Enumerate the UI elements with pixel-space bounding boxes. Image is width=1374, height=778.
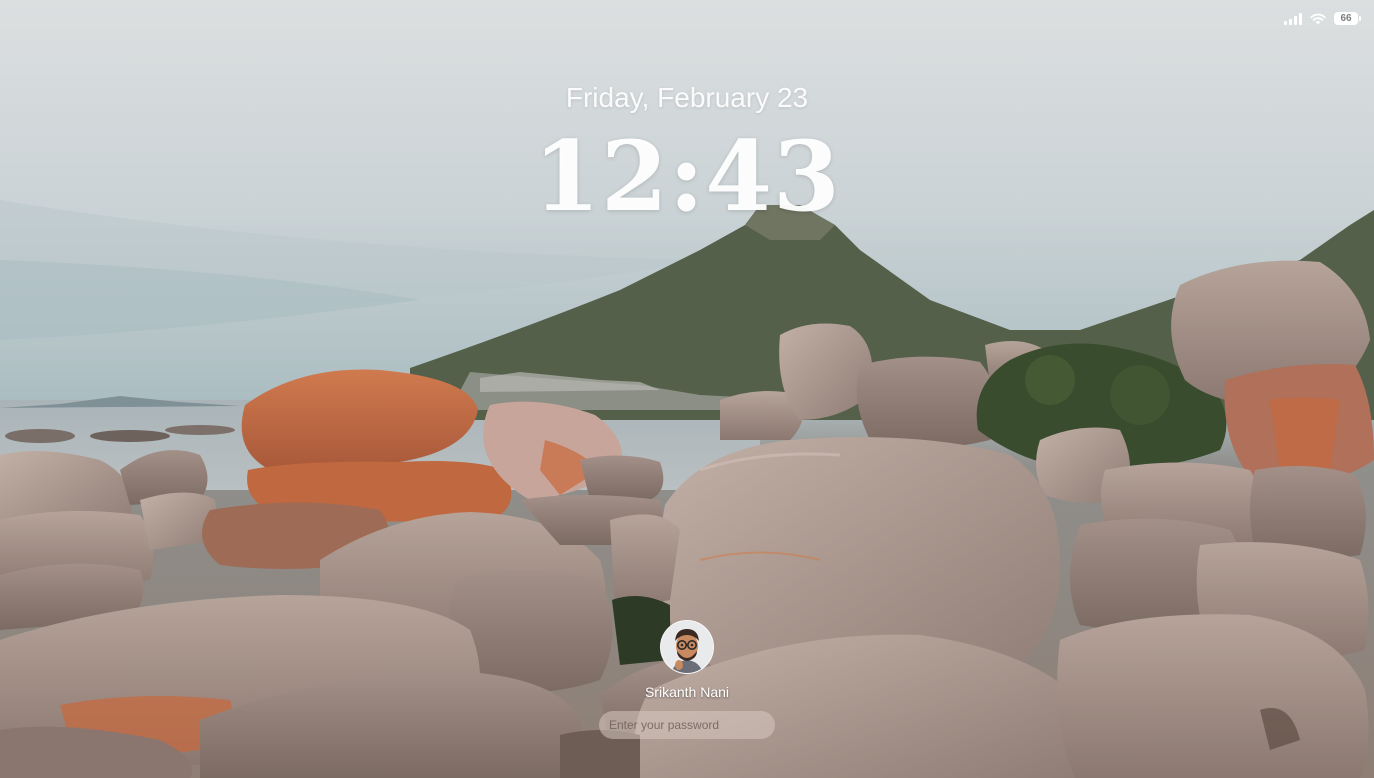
cellular-signal-icon xyxy=(1284,12,1302,25)
password-field[interactable] xyxy=(599,711,775,739)
lock-screen-clock: 12:43 xyxy=(533,120,841,233)
lock-screen: 66 Friday, February 23 12:43 Srikanth Na… xyxy=(0,0,1374,778)
wifi-icon xyxy=(1310,13,1326,25)
user-name[interactable]: Srikanth Nani xyxy=(645,684,729,700)
lock-screen-date: Friday, February 23 xyxy=(565,82,809,113)
memoji-avatar-icon[interactable] xyxy=(660,620,714,674)
battery-icon: 66 xyxy=(1334,12,1361,25)
login-panel: Srikanth Nani xyxy=(0,620,1374,739)
status-bar: 66 xyxy=(1284,12,1361,25)
